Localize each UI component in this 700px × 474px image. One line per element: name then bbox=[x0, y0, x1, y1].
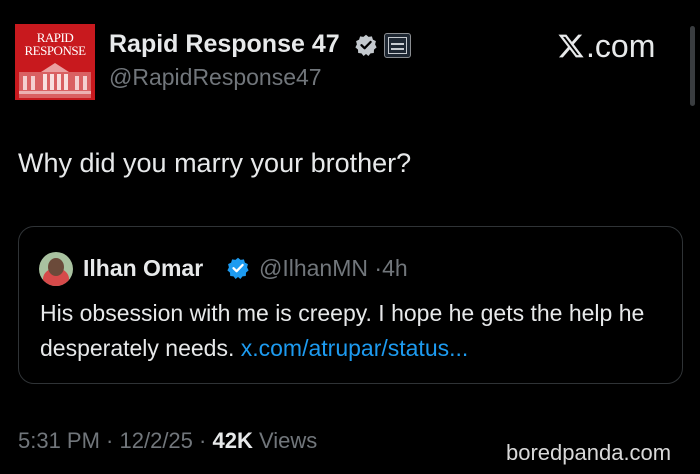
affiliation-badge-mark bbox=[391, 48, 404, 50]
affiliation-badge-icon[interactable] bbox=[384, 33, 411, 58]
meta-separator: · bbox=[99, 428, 120, 453]
tweet-metadata: 5:31 PM · 12/2/25 · 42K Views bbox=[18, 428, 317, 454]
quoted-tweet-card[interactable]: Ilhan Omar @IlhanMN ·4h His obsession wi… bbox=[18, 226, 683, 384]
tweet-date[interactable]: 12/2/25 bbox=[120, 428, 193, 453]
tweet-text: Why did you marry your brother? bbox=[18, 148, 412, 178]
author-avatar[interactable]: RAPID RESPONSE bbox=[15, 24, 95, 100]
quoted-tweet-body: His obsession with me is creepy. I hope … bbox=[40, 296, 670, 366]
x-logo-icon bbox=[558, 34, 584, 58]
watermark: boredpanda.com bbox=[506, 440, 672, 465]
avatar-face-shape bbox=[48, 258, 64, 276]
quoted-author-name[interactable]: Ilhan Omar bbox=[83, 255, 203, 282]
author-handle[interactable]: @RapidResponse47 bbox=[109, 64, 322, 91]
site-label: .com bbox=[557, 28, 655, 64]
quoted-handle[interactable]: @IlhanMN bbox=[259, 255, 368, 281]
quoted-time-ago[interactable]: 4h bbox=[382, 255, 408, 281]
tweet-time[interactable]: 5:31 PM bbox=[18, 428, 100, 453]
meta-separator: · bbox=[374, 255, 383, 281]
quoted-author-avatar[interactable] bbox=[39, 252, 73, 286]
views-count: 42K bbox=[212, 428, 253, 453]
author-display-name[interactable]: Rapid Response 47 bbox=[109, 30, 340, 59]
scrollbar[interactable] bbox=[690, 26, 695, 106]
meta-separator: · bbox=[192, 428, 213, 453]
verified-badge-icon[interactable] bbox=[355, 34, 377, 56]
quoted-verified-badge-icon[interactable] bbox=[227, 257, 249, 279]
quoted-meta: @IlhanMN ·4h bbox=[259, 255, 408, 282]
affiliation-badge-mark bbox=[391, 43, 404, 45]
white-house-icon bbox=[19, 63, 91, 98]
site-label-text: .com bbox=[586, 27, 656, 64]
affiliation-badge-frame bbox=[388, 37, 407, 54]
avatar-text-response: RESPONSE bbox=[24, 43, 86, 58]
quoted-link[interactable]: x.com/atrupar/status... bbox=[241, 335, 469, 361]
views-label: Views bbox=[252, 428, 318, 453]
